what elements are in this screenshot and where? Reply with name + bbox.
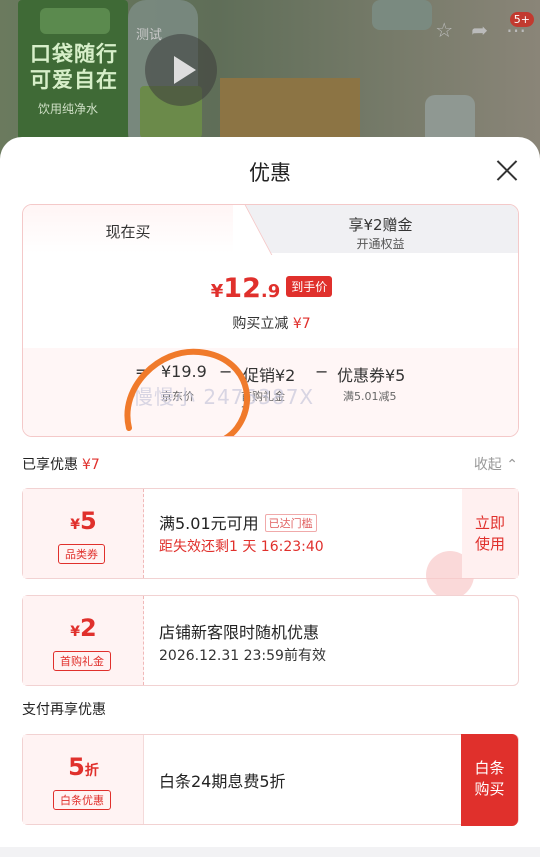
coupon-card-category: ¥5 品类券 满5.01元可用 已达门槛 距失效还剩1 天 16:23:40 立即… (22, 488, 519, 599)
coupon-currency: ¥ (70, 624, 81, 640)
baitiao-unit: 折 (84, 763, 99, 779)
tab-bonus-sub: 开通权益 (356, 237, 405, 251)
baitiao-buy-button[interactable]: 白条 购买 (461, 734, 518, 826)
price-integer: 12 (223, 273, 261, 304)
baitiao-title: 白条24期息费5折 (159, 772, 286, 791)
discount-sheet: 优惠 享¥2赠金 开通权益 现在买 ¥12.9 到手价 购买立减 ¥7 = ¥19… (0, 137, 540, 857)
threshold-reached-badge: 已达门槛 (264, 514, 317, 532)
baitiao-value: 5折 (23, 753, 144, 781)
reduce-text: 购买立减 (232, 316, 289, 332)
coupon-label: 满5.01减5 (343, 390, 397, 403)
coupon-type-tag: 首购礼金 (53, 651, 111, 671)
use-now-line2: 使用 (474, 535, 505, 553)
coupon-amount: 优惠券¥5 (337, 366, 406, 385)
coupon-title: 满5.01元可用 已达门槛 (159, 510, 317, 534)
collapse-toggle[interactable]: 收起 ⌃ (474, 454, 518, 474)
baitiao-card: 5折 白条优惠 白条24期息费5折 白条 购买 (22, 734, 519, 826)
baitiao-value-panel: 5折 白条优惠 (23, 735, 144, 824)
coupon-value: ¥5 (23, 507, 144, 535)
baitiao-buy-line1: 白条 (474, 759, 505, 777)
tab-buy-now[interactable]: 现在买 (23, 205, 233, 253)
price-decimal: .9 (260, 281, 281, 302)
tab-bonus[interactable]: 享¥2赠金 开通权益 (241, 205, 518, 253)
coupon-value-panel: ¥2 首购礼金 (23, 596, 144, 685)
close-icon[interactable] (496, 159, 518, 181)
hand-drawn-circle-annotation (124, 348, 250, 436)
minus-sign-2: − (315, 362, 329, 381)
sheet-title: 优惠 (249, 161, 291, 185)
baitiao-buy-line2: 购买 (474, 780, 505, 798)
enjoyed-header: 已享优惠 ¥7 (22, 454, 100, 474)
use-now-button[interactable]: 立即 使用 (462, 489, 518, 578)
cart-badge: 5+ (509, 12, 534, 27)
reduce-amount: ¥7 (292, 316, 311, 332)
bottom-bar (0, 847, 540, 857)
star-icon[interactable]: ☆ (435, 18, 453, 42)
enjoyed-label: 已享优惠 (22, 457, 78, 473)
baitiao-number: 5 (68, 753, 85, 781)
bottle-image-top (372, 0, 432, 30)
final-price: ¥12.9 到手价 (23, 273, 518, 304)
shop-text: 测试 (136, 28, 163, 43)
price-card: 享¥2赠金 开通权益 现在买 ¥12.9 到手价 购买立减 ¥7 = ¥19.9 … (22, 204, 519, 437)
coupon-type-tag: 品类券 (58, 544, 105, 564)
coupon-countdown: 距失效还剩1 天 16:23:40 (159, 539, 324, 555)
coupon-value: ¥2 (23, 614, 144, 642)
tab-buy-now-label: 现在买 (105, 223, 151, 241)
share-icon[interactable]: ➦ (471, 18, 488, 42)
use-now-line1: 立即 (474, 514, 505, 532)
coupon-number: 5 (80, 507, 97, 535)
coupon-title-text: 满5.01元可用 (159, 514, 259, 533)
coupon-title: 店铺新客限时随机优惠 (159, 623, 320, 642)
reduce-info: 购买立减 ¥7 (23, 313, 518, 333)
price-breakdown: = ¥19.9 京东价 − 促销¥2 首购礼金 2 − 优惠券¥5 满5.01减… (23, 348, 518, 436)
pay-section-header: 支付再享优惠 (22, 702, 106, 718)
enjoyed-amount: ¥7 (82, 457, 100, 473)
tab-bonus-label: 享¥2赠金 (348, 216, 413, 234)
price-currency: ¥ (210, 281, 224, 302)
brand-logo (40, 8, 110, 34)
coupon-value-panel: ¥5 品类券 (23, 489, 144, 578)
coupon-card-first-purchase: ¥2 首购礼金 店铺新客限时随机优惠 2026.12.31 23:59前有效 (22, 595, 519, 686)
product-text: 饮用纯净水 (38, 102, 99, 116)
play-icon[interactable] (145, 34, 217, 106)
baitiao-tag: 白条优惠 (53, 790, 111, 810)
coupon-currency: ¥ (70, 517, 81, 533)
coupon-validity: 2026.12.31 23:59前有效 (159, 648, 326, 664)
coupon-number: 2 (80, 614, 97, 642)
final-price-tag: 到手价 (286, 276, 333, 297)
slogan-line2: 可爱自在 (30, 68, 118, 92)
